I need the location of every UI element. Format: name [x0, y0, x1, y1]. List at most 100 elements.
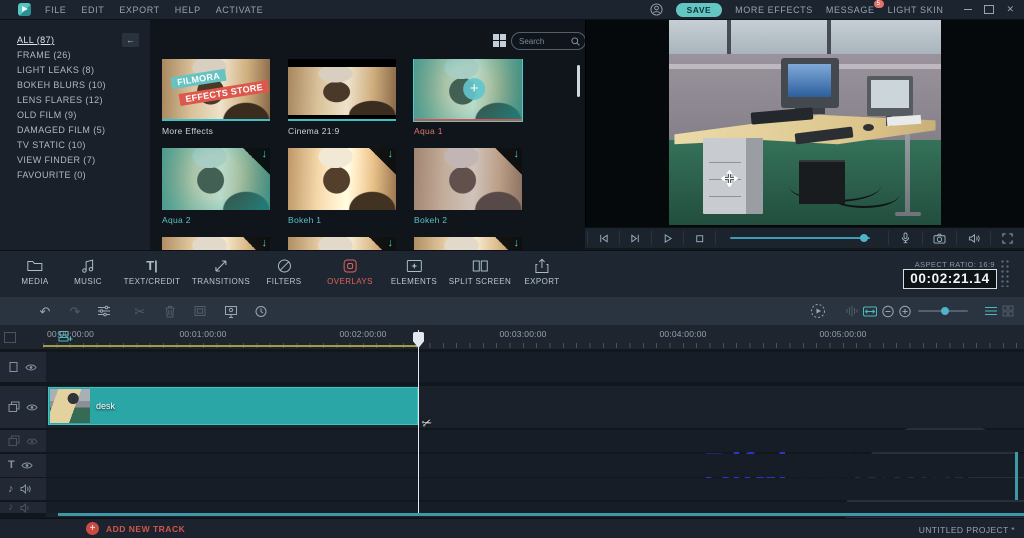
- track-list-view-button[interactable]: [985, 297, 998, 325]
- download-icon[interactable]: ↓: [495, 148, 522, 175]
- tab-media[interactable]: MEDIA: [21, 258, 48, 286]
- collapse-sidebar-button[interactable]: ←: [122, 33, 139, 47]
- effect-card[interactable]: FILMORA EFFECTS STORE ↓ +: [414, 237, 522, 250]
- sidebar-category-item[interactable]: FRAME (26): [17, 48, 150, 63]
- tab-split-screen[interactable]: SPLIT SCREEN: [449, 258, 511, 286]
- search-input[interactable]: [512, 36, 571, 46]
- account-icon[interactable]: [650, 3, 663, 16]
- track-audio-1[interactable]: ♪: [0, 478, 1024, 500]
- sidebar-category-item[interactable]: VIEW FINDER (7): [17, 153, 150, 168]
- effects-scrollbar[interactable]: [577, 65, 580, 97]
- clock-speed-button[interactable]: [255, 297, 268, 325]
- crop-button[interactable]: [194, 297, 207, 325]
- effect-card[interactable]: FILMORA EFFECTS STORE ↓ + Aqua 1: [414, 59, 522, 148]
- add-effect-icon[interactable]: +: [463, 77, 486, 100]
- message-button[interactable]: MESSAGE 5: [826, 0, 884, 15]
- menu-item[interactable]: FILE: [45, 5, 66, 15]
- timecode-display[interactable]: 00:02:21.14: [903, 269, 997, 289]
- effect-card[interactable]: FILMORA EFFECTS STORE ↓ +: [162, 237, 270, 250]
- zoom-out-button[interactable]: [882, 297, 895, 325]
- timeline-zoom-slider[interactable]: [918, 307, 968, 315]
- timeline-ruler[interactable]: 00:00:00:00 00:01:00:00 00:02:00:00 00:03:0…: [0, 325, 1024, 350]
- panel-resize-handle[interactable]: [1000, 259, 1011, 287]
- menu-item[interactable]: HELP: [175, 5, 201, 15]
- sidebar-category-item[interactable]: LENS FLARES (12): [17, 93, 150, 108]
- tab-overlays[interactable]: OVERLAYS: [327, 258, 373, 286]
- tab-music[interactable]: TEXT/CREDIT MUSIC: [74, 258, 102, 286]
- audio-waveform-icon[interactable]: [846, 297, 859, 325]
- eye-toggle-icon[interactable]: [26, 403, 38, 412]
- download-icon[interactable]: ↓: [243, 148, 270, 175]
- seek-slider-thumb[interactable]: [860, 234, 868, 242]
- close-icon[interactable]: ✕: [1006, 5, 1014, 14]
- preview-frame[interactable]: [669, 20, 941, 225]
- zoom-to-fit-button[interactable]: [863, 297, 878, 325]
- zoom-slider-thumb[interactable]: [941, 307, 949, 315]
- previous-frame-button[interactable]: [587, 231, 620, 245]
- snapshot-camera-icon[interactable]: [922, 231, 956, 245]
- timeline-clip-desk[interactable]: desk: [48, 387, 418, 425]
- light-skin-button[interactable]: LIGHT SKIN: [888, 5, 944, 15]
- storyboard-view-button[interactable]: [1002, 297, 1014, 325]
- track-video-1[interactable]: desk: [0, 386, 1024, 428]
- menu-item[interactable]: EDIT: [81, 5, 104, 15]
- detach-audio-button[interactable]: [224, 297, 238, 325]
- render-preview-button[interactable]: [810, 297, 826, 325]
- tab-export[interactable]: EXPORT: [524, 258, 559, 286]
- download-icon[interactable]: ↓: [495, 237, 522, 250]
- effect-card[interactable]: FILMORA EFFECTS STORE ↓ +: [288, 237, 396, 250]
- effect-card[interactable]: FILMORA EFFECTS STORE ↓ + More Effects: [162, 59, 270, 148]
- effect-card[interactable]: FILMORA EFFECTS STORE ↓ + Bokeh 2: [414, 148, 522, 237]
- add-new-track-button[interactable]: + ADD NEW TRACK: [86, 522, 185, 535]
- menu-item[interactable]: EXPORT: [119, 5, 159, 15]
- undo-button[interactable]: ↶: [40, 297, 51, 325]
- ruler-options-icon[interactable]: [4, 332, 16, 343]
- horizontal-scrollbar[interactable]: [58, 513, 1024, 516]
- more-effects-button[interactable]: MORE EFFECTS: [735, 5, 813, 15]
- maximize-icon[interactable]: [984, 5, 995, 14]
- seek-slider[interactable]: [724, 231, 880, 245]
- eye-toggle-icon[interactable]: [21, 461, 33, 470]
- save-button[interactable]: SAVE: [675, 2, 723, 17]
- sidebar-category-item[interactable]: DAMAGED FILM (5): [17, 123, 150, 138]
- eye-toggle-icon[interactable]: [25, 363, 37, 372]
- minimize-icon[interactable]: [964, 9, 973, 10]
- sidebar-category-item[interactable]: OLD FILM (9): [17, 108, 150, 123]
- vertical-scrollbar[interactable]: [1015, 452, 1018, 500]
- speaker-toggle-icon[interactable]: [20, 502, 31, 513]
- record-voiceover-icon[interactable]: [888, 231, 922, 245]
- sidebar-category-item[interactable]: LIGHT LEAKS (8): [17, 63, 150, 78]
- track-audio-2[interactable]: ♪: [0, 502, 1024, 513]
- redo-button[interactable]: ↷: [70, 297, 81, 325]
- split-scissors-button[interactable]: ✂: [135, 297, 146, 325]
- tab-filters[interactable]: FILTERS: [266, 258, 301, 286]
- eye-toggle-icon[interactable]: [26, 437, 38, 446]
- track-video-2[interactable]: [0, 430, 1024, 452]
- delete-trash-button[interactable]: [165, 297, 176, 325]
- track-text[interactable]: T: [0, 454, 1024, 477]
- effect-card[interactable]: FILMORA EFFECTS STORE ↓ + Aqua 2: [162, 148, 270, 237]
- tab-transitions[interactable]: TRANSITIONS: [192, 258, 250, 286]
- play-button[interactable]: [652, 231, 684, 245]
- volume-icon[interactable]: [956, 231, 990, 245]
- effect-card[interactable]: FILMORA EFFECTS STORE ↓ + Cinema 21:9: [288, 59, 396, 148]
- adjust-settings-icon[interactable]: [97, 297, 111, 325]
- speaker-toggle-icon[interactable]: [20, 484, 31, 494]
- stop-button[interactable]: [684, 231, 716, 245]
- track-pip[interactable]: [0, 352, 1024, 382]
- download-icon[interactable]: ↓: [369, 148, 396, 175]
- zoom-in-button[interactable]: [899, 297, 912, 325]
- download-icon[interactable]: ↓: [369, 237, 396, 250]
- grid-view-icon[interactable]: [493, 34, 506, 47]
- fullscreen-icon[interactable]: [990, 231, 1024, 245]
- menu-item[interactable]: ACTIVATE: [216, 5, 263, 15]
- playhead-line[interactable]: [418, 330, 419, 513]
- effect-card[interactable]: FILMORA EFFECTS STORE ↓ + Bokeh 1: [288, 148, 396, 237]
- sidebar-category-item[interactable]: TV STATIC (10): [17, 138, 150, 153]
- tab-elements[interactable]: ELEMENTS: [391, 258, 437, 286]
- next-frame-button[interactable]: [620, 231, 652, 245]
- download-icon[interactable]: ↓: [243, 237, 270, 250]
- sidebar-category-item[interactable]: FAVOURITE (0): [17, 168, 150, 183]
- tab-text-credit[interactable]: T| TEXT/CREDIT: [124, 258, 181, 286]
- search-box[interactable]: [511, 32, 586, 50]
